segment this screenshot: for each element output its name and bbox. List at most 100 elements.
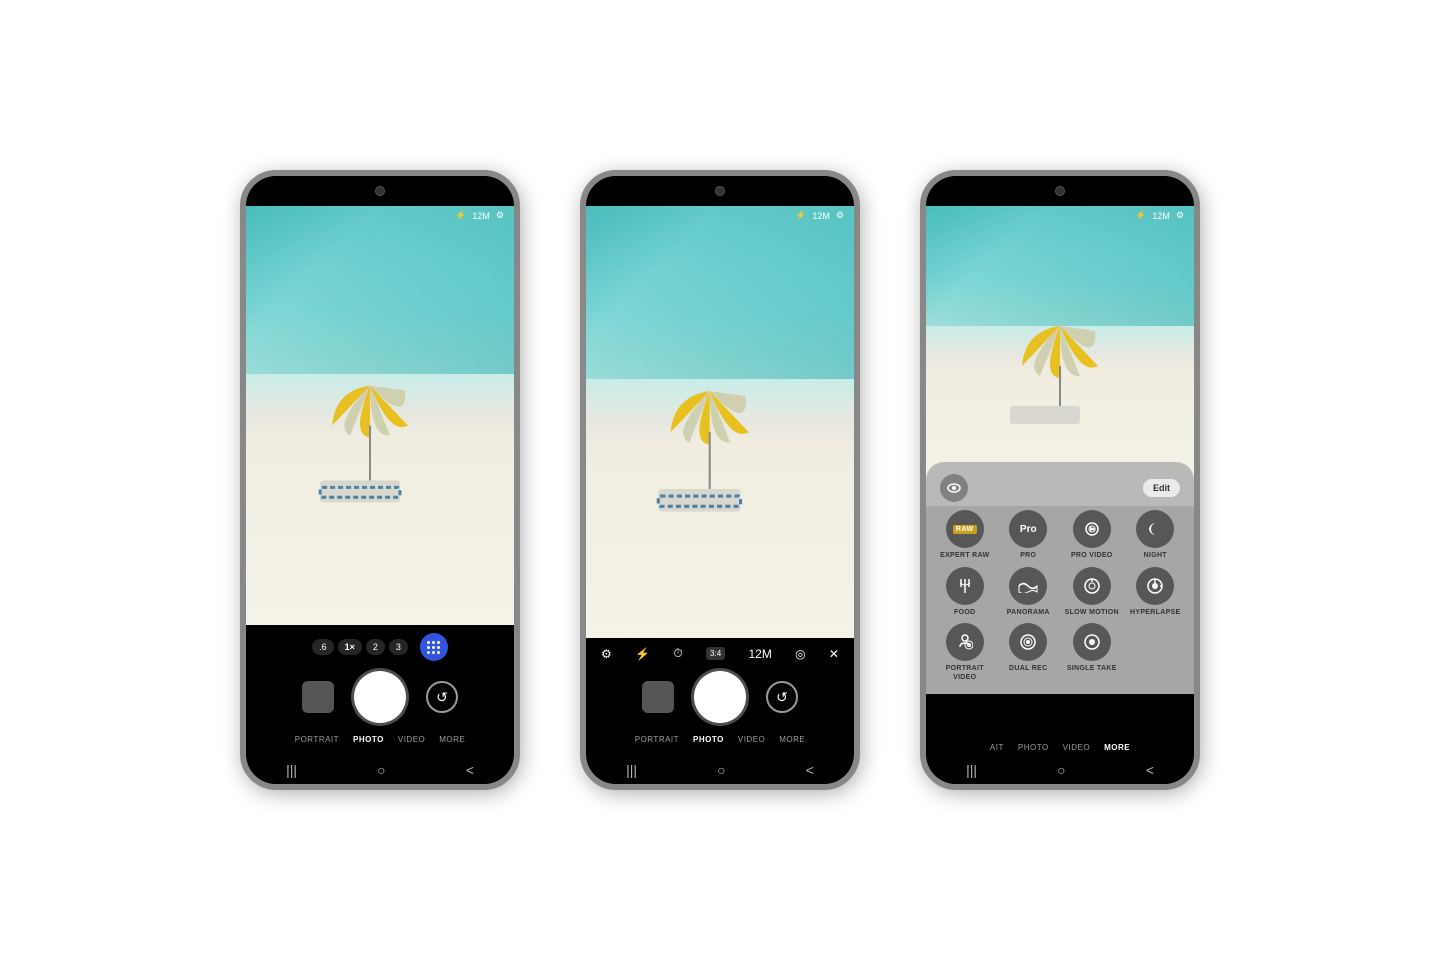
menu-item-dual-rec[interactable]: DUAL REC xyxy=(1000,623,1058,682)
mode-tabs-3: AIT PHOTO VIDEO MORE xyxy=(926,737,1194,756)
slow-motion-label: SLOW MOTION xyxy=(1065,609,1119,617)
flash-icon-3: ⚡ xyxy=(1135,210,1146,221)
tab-more-1[interactable]: MORE xyxy=(439,735,465,744)
pro-video-label: PRO VIDEO xyxy=(1071,552,1113,560)
dual-rec-label: DUAL REC xyxy=(1009,665,1047,673)
nav-back-2[interactable]: < xyxy=(806,762,814,778)
more-dots-icon xyxy=(423,637,444,658)
more-modes-button-1[interactable] xyxy=(420,633,448,661)
phone-2: ⚡ 12M ⚙ ⚙ ⚡ ⏱ 3:4 12M ◎ ✕ xyxy=(580,170,860,790)
front-camera-2 xyxy=(715,186,725,196)
water-overlay-2 xyxy=(586,206,854,379)
flip-camera-2[interactable]: ↺ xyxy=(766,681,798,713)
water-overlay-3 xyxy=(926,206,1194,326)
visibility-toggle[interactable] xyxy=(940,474,968,502)
tab-more-2[interactable]: MORE xyxy=(779,735,805,744)
more-menu-top-bar: Edit xyxy=(936,474,1184,502)
menu-item-single-take[interactable]: SINGLE TAKE xyxy=(1063,623,1121,682)
shutter-row-2: ↺ xyxy=(596,671,844,723)
menu-item-hyperlapse[interactable]: HYPERLAPSE xyxy=(1127,567,1185,617)
nav-bar-3: ||| ○ < xyxy=(926,756,1194,784)
menu-item-pro[interactable]: Pro PRO xyxy=(1000,510,1058,560)
water-overlay-1 xyxy=(246,206,514,374)
shutter-row-1: ↺ xyxy=(256,671,504,723)
nav-home-3[interactable]: ○ xyxy=(1057,762,1065,778)
panorama-icon xyxy=(1009,567,1047,605)
phone2-status-bar: ⚡ 12M ⚙ xyxy=(795,206,844,221)
nav-recent-1[interactable]: ||| xyxy=(286,762,297,778)
nav-recent-2[interactable]: ||| xyxy=(626,762,637,778)
menu-item-panorama[interactable]: PANORAMA xyxy=(1000,567,1058,617)
zoom-1x[interactable]: 1× xyxy=(338,639,362,655)
ratio-badge-2[interactable]: 3:4 xyxy=(706,647,725,660)
tab-portrait-1[interactable]: PORTRAIT xyxy=(295,735,339,744)
single-take-icon xyxy=(1073,623,1111,661)
phone1-top-bar xyxy=(246,176,514,206)
tab-ait-3[interactable]: AIT xyxy=(990,743,1004,752)
phone-3: ⚡ 12M ⚙ Edit xyxy=(920,170,1200,790)
flash-icon-2: ⚡ xyxy=(795,210,806,221)
tab-video-3[interactable]: VIDEO xyxy=(1063,743,1090,752)
panorama-label: PANORAMA xyxy=(1007,609,1050,617)
pro-icon: Pro xyxy=(1009,510,1047,548)
edit-button[interactable]: Edit xyxy=(1143,479,1180,497)
menu-item-food[interactable]: FOOD xyxy=(936,567,994,617)
flash-icon-1: ⚡ xyxy=(455,210,466,221)
megapixels-3: 12M xyxy=(1152,211,1170,221)
settings-row-2: ⚙ ⚡ ⏱ 3:4 12M ◎ ✕ xyxy=(596,646,844,661)
megapixels-2: 12M xyxy=(812,211,830,221)
nav-recent-3[interactable]: ||| xyxy=(966,762,977,778)
zoom-06[interactable]: .6 xyxy=(312,639,334,655)
menu-item-expert-raw[interactable]: RAW EXPERT RAW xyxy=(936,510,994,560)
tab-video-2[interactable]: VIDEO xyxy=(738,735,765,744)
hyperlapse-icon xyxy=(1136,567,1174,605)
nav-home-1[interactable]: ○ xyxy=(377,762,385,778)
phone2-top-bar xyxy=(586,176,854,206)
tab-portrait-2[interactable]: PORTRAIT xyxy=(635,735,679,744)
phone2-controls: ⚙ ⚡ ⏱ 3:4 12M ◎ ✕ ↺ PORTRAIT PHOTO xyxy=(586,638,854,756)
gear-button-2[interactable]: ⚙ xyxy=(601,647,612,661)
timer-button-2[interactable]: ⏱ xyxy=(673,646,682,661)
close-button-2[interactable]: ✕ xyxy=(829,647,839,661)
slow-motion-icon xyxy=(1073,567,1111,605)
menu-item-night[interactable]: NIGHT xyxy=(1127,510,1185,560)
expert-raw-icon: RAW xyxy=(946,510,984,548)
gallery-thumbnail-1[interactable] xyxy=(302,681,334,713)
nav-back-1[interactable]: < xyxy=(466,762,474,778)
nav-bar-2: ||| ○ < xyxy=(586,756,854,784)
tab-photo-1[interactable]: PHOTO xyxy=(353,735,384,744)
portrait-video-label: PORTRAIT VIDEO xyxy=(936,665,994,682)
tab-photo-2[interactable]: PHOTO xyxy=(693,735,724,744)
mp-button-2[interactable]: 12M xyxy=(748,647,771,661)
menu-item-slow-motion[interactable]: SLOW MOTION xyxy=(1063,567,1121,617)
tab-photo-3[interactable]: PHOTO xyxy=(1018,743,1049,752)
dual-rec-icon xyxy=(1009,623,1047,661)
phone1-status-bar: ⚡ 12M ⚙ xyxy=(455,206,504,221)
shutter-button-2[interactable] xyxy=(694,671,746,723)
pro-video-icon xyxy=(1073,510,1111,548)
shutter-button-1[interactable] xyxy=(354,671,406,723)
tab-video-1[interactable]: VIDEO xyxy=(398,735,425,744)
nav-bar-1: ||| ○ < xyxy=(246,756,514,784)
zoom-row-1: .6 1× 2 3 xyxy=(256,633,504,661)
settings-icon-1: ⚙ xyxy=(496,210,504,221)
phone3-status-bar: ⚡ 12M ⚙ xyxy=(1135,206,1184,221)
menu-item-portrait-video[interactable]: PORTRAIT VIDEO xyxy=(936,623,994,682)
more-menu-overlay: Edit RAW EXPERT RAW Pro xyxy=(926,462,1194,694)
flash-button-2[interactable]: ⚡ xyxy=(635,647,650,661)
phone1-controls: .6 1× 2 3 ↺ xyxy=(246,625,514,756)
zoom-2x[interactable]: 2 xyxy=(366,639,385,655)
tab-more-3[interactable]: MORE xyxy=(1104,743,1130,752)
phone3-bottom-area: AIT PHOTO VIDEO MORE ||| ○ < xyxy=(926,737,1194,784)
nav-back-3[interactable]: < xyxy=(1146,762,1154,778)
menu-item-empty xyxy=(1127,623,1185,682)
menu-item-pro-video[interactable]: PRO VIDEO xyxy=(1063,510,1121,560)
nav-home-2[interactable]: ○ xyxy=(717,762,725,778)
food-label: FOOD xyxy=(954,609,975,617)
flip-camera-1[interactable]: ↺ xyxy=(426,681,458,713)
zoom-3x[interactable]: 3 xyxy=(389,639,408,655)
gallery-thumbnail-2[interactable] xyxy=(642,681,674,713)
phone1-viewfinder: ⚡ 12M ⚙ xyxy=(246,206,514,625)
quality-button-2[interactable]: ◎ xyxy=(795,647,805,661)
single-take-label: SINGLE TAKE xyxy=(1067,665,1117,673)
